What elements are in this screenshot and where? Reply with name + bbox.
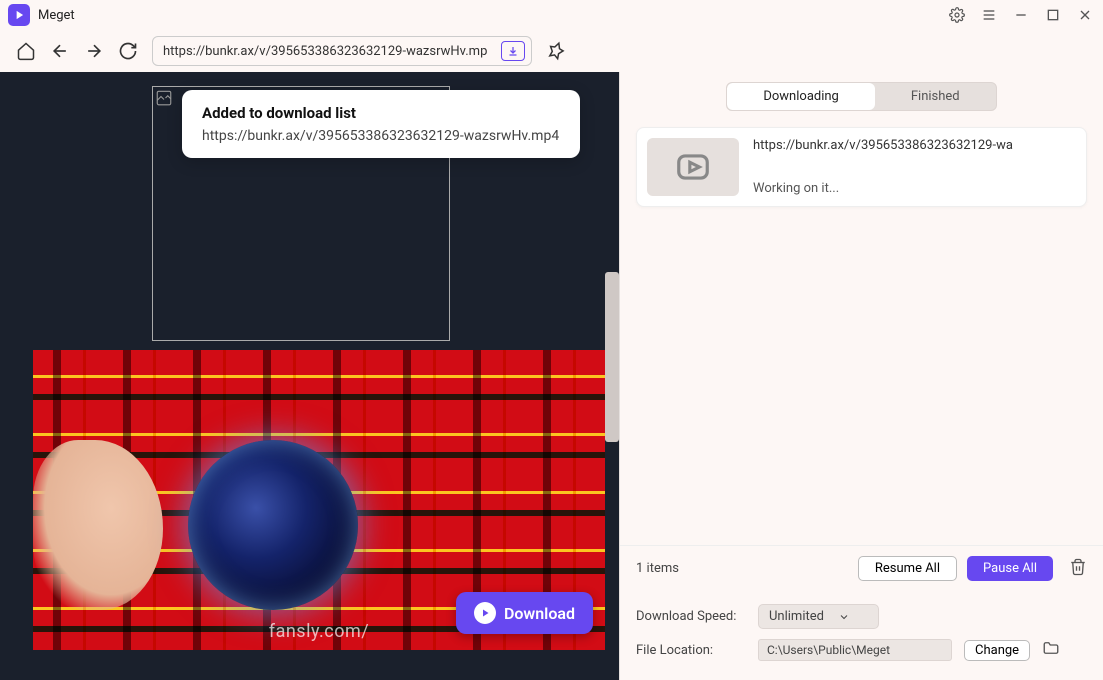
menu-icon[interactable] [979,5,999,25]
file-location-row: File Location: Change [636,634,1087,666]
close-icon[interactable] [1075,5,1095,25]
scrollbar[interactable] [605,272,619,442]
toolbar [0,30,1103,72]
change-button[interactable]: Change [964,640,1030,661]
gear-icon[interactable] [947,5,967,25]
minimize-icon[interactable] [1011,5,1031,25]
toast-title: Added to download list [202,104,560,122]
pause-all-button[interactable]: Pause All [967,556,1053,581]
speed-value: Unlimited [769,609,824,624]
speed-select[interactable]: Unlimited [758,604,879,629]
folder-icon[interactable] [1042,639,1060,661]
watermark: fansly.com/ [269,621,369,642]
download-item[interactable]: https://bunkr.ax/v/395653386323632129-wa… [636,127,1087,207]
home-icon[interactable] [16,41,36,61]
pin-icon[interactable] [546,41,566,61]
video-preview: fansly.com/ Download [0,350,605,650]
titlebar: Meget [0,0,1103,30]
app-logo [8,4,30,26]
video-thumb-icon [647,138,739,196]
tab-downloading[interactable]: Downloading [727,83,875,110]
app-name: Meget [38,8,75,23]
tab-group: Downloading Finished [726,82,996,111]
forward-icon[interactable] [84,41,104,61]
url-bar [152,36,532,66]
download-button-label: Download [504,604,575,623]
trash-icon[interactable] [1069,558,1087,580]
browser-pane: Added to download list https://bunkr.ax/… [0,72,620,680]
download-button[interactable]: Download [456,592,593,634]
download-speed-row: Download Speed: Unlimited [636,599,1087,634]
back-icon[interactable] [50,41,70,61]
toast-notification: Added to download list https://bunkr.ax/… [182,90,580,158]
chevron-down-icon [838,611,850,623]
tab-finished[interactable]: Finished [875,83,996,110]
maximize-icon[interactable] [1043,5,1063,25]
items-bar: 1 items Resume All Pause All [620,545,1103,591]
location-input[interactable] [758,639,952,661]
url-input[interactable] [163,44,501,59]
speed-label: Download Speed: [636,609,746,624]
broken-image-icon [155,89,173,107]
download-item-url: https://bunkr.ax/v/395653386323632129-wa [753,138,1076,153]
url-download-button[interactable] [501,41,525,61]
resume-all-button[interactable]: Resume All [858,556,957,581]
download-item-status: Working on it... [753,181,1076,196]
download-icon [474,602,496,624]
location-label: File Location: [636,643,746,658]
items-count: 1 items [636,561,848,576]
downloads-pane: Downloading Finished https://bunkr.ax/v/… [620,72,1103,680]
reload-icon[interactable] [118,41,138,61]
toast-url: https://bunkr.ax/v/395653386323632129-wa… [202,128,560,144]
